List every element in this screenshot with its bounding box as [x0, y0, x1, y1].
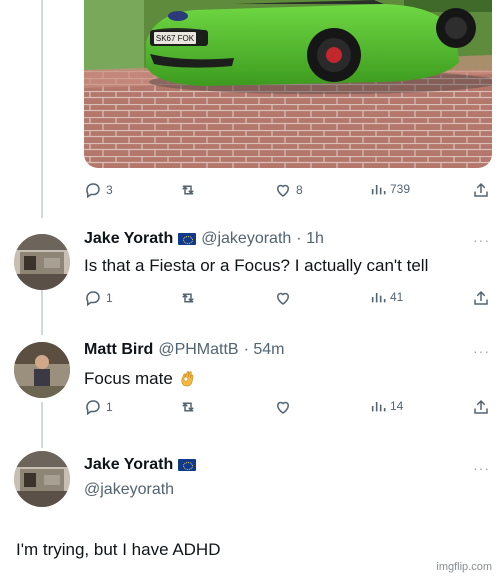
reply-icon: [86, 183, 100, 199]
views-button[interactable]: 41: [370, 289, 403, 305]
thread-line: [41, 290, 43, 335]
share-button[interactable]: [472, 398, 490, 416]
like-button[interactable]: 8: [274, 181, 303, 199]
reply-text: I'm trying, but I have ADHD: [16, 540, 221, 559]
avatar-image: [14, 451, 70, 507]
avatar-image: [14, 234, 70, 290]
retweet-button[interactable]: [178, 181, 198, 199]
retweet-button[interactable]: [178, 289, 198, 307]
thread-line: [41, 402, 43, 448]
avatar[interactable]: [14, 234, 70, 290]
reply-author-handle-row: @jakeyorath: [84, 481, 174, 499]
tweet-actions: 1 14: [84, 398, 492, 420]
heart-icon: [276, 292, 290, 305]
plate-text: SK67 FOK: [156, 34, 195, 43]
retweet-icon: [182, 293, 194, 303]
ok-hand-emoji-icon: [181, 371, 193, 387]
views-button[interactable]: 739: [370, 181, 410, 197]
views-icon: [371, 402, 386, 412]
views-count: 41: [390, 290, 404, 304]
display-name[interactable]: Matt Bird: [84, 341, 153, 359]
reply-button[interactable]: 3: [84, 181, 113, 199]
eu-flag-icon: [178, 459, 197, 471]
username[interactable]: @jakeyorath: [201, 230, 291, 248]
like-count: 8: [296, 183, 303, 197]
avatar-image: [14, 342, 70, 398]
more-options-button[interactable]: ···: [473, 343, 490, 359]
share-icon: [474, 182, 488, 197]
username[interactable]: @PHMattB: [158, 341, 238, 359]
retweet-button[interactable]: [178, 398, 198, 416]
share-icon: [474, 290, 488, 305]
reply-author-name-row: Jake Yorath: [84, 456, 197, 474]
display-name[interactable]: Jake Yorath: [84, 230, 173, 248]
watermark: imgflip.com: [436, 561, 492, 573]
eu-flag-icon: [178, 233, 197, 245]
like-button[interactable]: [274, 289, 292, 307]
post-image[interactable]: SK67 FOK: [84, 0, 492, 168]
car-photo: SK67 FOK: [84, 0, 492, 168]
timestamp[interactable]: · 1h: [296, 230, 324, 248]
share-button[interactable]: [472, 181, 490, 199]
reply-count: 3: [106, 183, 113, 197]
tweet-actions: 1 41: [84, 289, 492, 311]
tweet-text: Focus mate: [84, 369, 173, 388]
retweet-icon: [182, 402, 194, 412]
views-icon: [371, 185, 386, 195]
avatar[interactable]: [14, 451, 70, 507]
more-options-button[interactable]: ···: [473, 460, 490, 476]
display-name[interactable]: Jake Yorath: [84, 456, 173, 474]
tweet-text: Is that a Fiesta or a Focus? I actually …: [84, 256, 429, 275]
retweet-icon: [182, 185, 194, 195]
tweet-header: Jake Yorath @jakeyorath · 1h: [84, 230, 324, 248]
thread-line: [41, 0, 43, 218]
reply-count: 1: [106, 291, 113, 305]
avatar[interactable]: [14, 342, 70, 398]
heart-icon: [276, 184, 290, 197]
tweet-text-row: Focus mate: [84, 367, 198, 389]
like-button[interactable]: [274, 398, 292, 416]
tweet-header: Matt Bird @PHMattB · 54m: [84, 341, 285, 359]
views-icon: [371, 293, 386, 303]
reply-count: 1: [106, 400, 113, 414]
share-button[interactable]: [472, 289, 490, 307]
username[interactable]: @jakeyorath: [84, 481, 174, 499]
heart-icon: [276, 401, 290, 414]
share-icon: [474, 399, 488, 414]
views-count: 739: [390, 182, 411, 196]
reply-icon: [86, 291, 100, 307]
reply-button[interactable]: 1: [84, 289, 113, 307]
timestamp[interactable]: · 54m: [244, 341, 285, 359]
more-options-button[interactable]: ···: [473, 232, 490, 248]
post-actions: 3 8 739: [84, 181, 492, 203]
views-count: 14: [390, 399, 404, 413]
reply-button[interactable]: 1: [84, 398, 113, 416]
reply-icon: [86, 400, 100, 416]
views-button[interactable]: 14: [370, 398, 403, 414]
